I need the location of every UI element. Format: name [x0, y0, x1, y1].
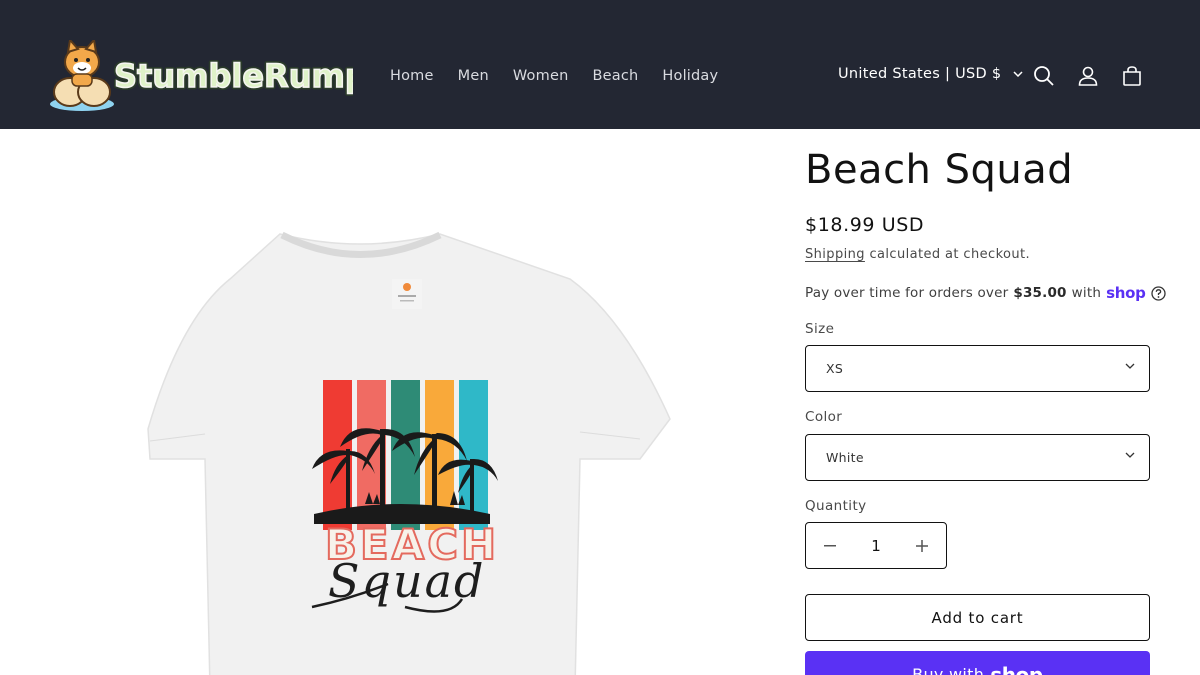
cart-icon: [1123, 66, 1141, 86]
nav-women[interactable]: Women: [501, 65, 581, 87]
quantity-input[interactable]: 1: [871, 537, 881, 555]
size-select[interactable]: XS: [805, 345, 1150, 392]
nav-men[interactable]: Men: [446, 65, 501, 87]
search-button[interactable]: [1031, 63, 1057, 89]
color-label: Color: [805, 409, 843, 425]
site-header: StumbleRump StumbleRump Home Men Women B…: [0, 0, 1200, 129]
installments-banner: Pay over time for orders over $35.00 wit…: [805, 284, 1166, 302]
shipping-link[interactable]: Shipping: [805, 247, 865, 262]
chevron-down-icon: [1013, 71, 1023, 77]
color-value: White: [826, 450, 864, 465]
quantity-stepper: 1: [805, 522, 947, 569]
quantity-decrease-button[interactable]: [822, 538, 838, 554]
installments-amount: $35.00: [1013, 285, 1067, 301]
region-selector[interactable]: United States | USD $: [838, 66, 1023, 82]
size-label: Size: [805, 321, 835, 337]
brand-logo[interactable]: StumbleRump StumbleRump: [48, 40, 353, 112]
search-icon: [1034, 66, 1054, 86]
add-to-cart-button[interactable]: Add to cart: [805, 594, 1150, 641]
nav-holiday[interactable]: Holiday: [650, 65, 730, 87]
buy-with-shop-button[interactable]: Buy with shop: [805, 651, 1150, 675]
buy-with-label: Buy with: [912, 665, 985, 675]
cart-button[interactable]: [1119, 63, 1145, 89]
nav-home[interactable]: Home: [378, 65, 446, 87]
quantity-label: Quantity: [805, 498, 867, 514]
product-price: $18.99 USD: [805, 214, 925, 236]
shipping-text: calculated at checkout.: [869, 247, 1031, 262]
chevron-down-icon: [1125, 363, 1135, 369]
quantity-increase-button[interactable]: [914, 538, 930, 554]
account-button[interactable]: [1075, 63, 1101, 89]
product-image[interactable]: BEACH Squad: [50, 129, 770, 675]
shipping-note: Shipping calculated at checkout.: [805, 247, 1030, 262]
size-value: XS: [826, 361, 844, 376]
chevron-down-icon: [1125, 452, 1135, 458]
plus-icon: [915, 539, 928, 552]
region-label: United States | USD $: [838, 66, 1002, 82]
help-icon[interactable]: [1150, 285, 1166, 301]
shop-logo: shop: [990, 662, 1043, 675]
brand-wordmark-fill: StumbleRump: [114, 57, 353, 95]
product-title: Beach Squad: [805, 147, 1074, 193]
minus-icon: [824, 544, 836, 546]
tshirt-image: BEACH Squad: [147, 231, 671, 675]
color-select[interactable]: White: [805, 434, 1150, 481]
installments-suffix: with: [1071, 285, 1102, 301]
nav-beach[interactable]: Beach: [580, 65, 650, 87]
account-icon: [1078, 66, 1098, 86]
shop-pay-logo: shop: [1106, 284, 1146, 302]
installments-prefix: Pay over time for orders over: [805, 285, 1009, 301]
main-nav: Home Men Women Beach Holiday: [378, 65, 730, 87]
